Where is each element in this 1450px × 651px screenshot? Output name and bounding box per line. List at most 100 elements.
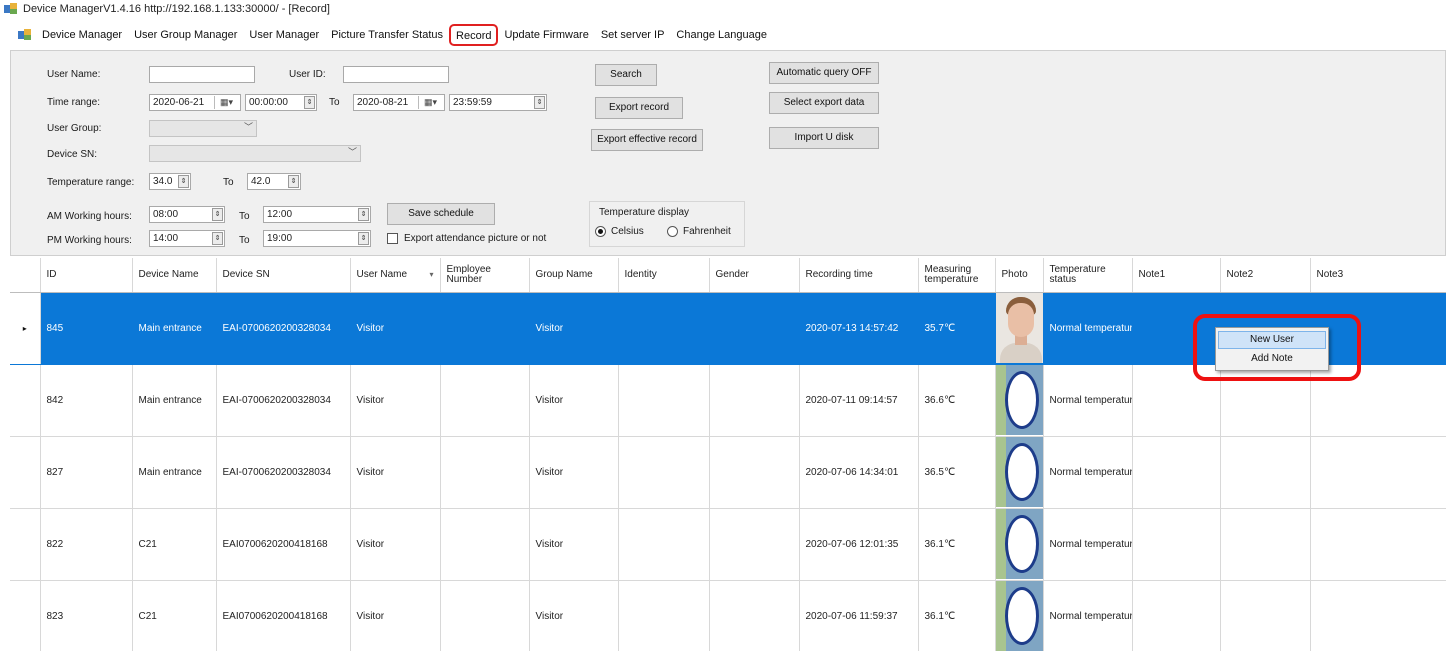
cell-note3[interactable] (1310, 580, 1446, 651)
cell-user-name[interactable]: Visitor (350, 436, 441, 509)
menu-picture-transfer-status[interactable]: Picture Transfer Status (325, 24, 449, 46)
export-effective-record-button[interactable]: Export effective record (591, 129, 703, 151)
photo-cell[interactable] (995, 292, 1044, 365)
cell-device-name[interactable]: Main entrance (132, 436, 217, 509)
cell-note1[interactable] (1132, 436, 1221, 509)
cell-device-name[interactable]: C21 (132, 580, 217, 651)
row-header[interactable] (10, 580, 41, 651)
fahrenheit-radio[interactable]: Fahrenheit (667, 226, 731, 237)
column-header[interactable]: Note2 (1220, 258, 1311, 293)
column-header[interactable]: Recording time (799, 258, 919, 293)
column-header[interactable]: User Name ▾ (350, 258, 441, 293)
spinner-icon[interactable]: ⇕ (358, 208, 369, 221)
radio-unselected-icon[interactable] (667, 226, 678, 237)
menu-set-server-ip[interactable]: Set server IP (595, 24, 671, 46)
cell-group-name[interactable]: Visitor (529, 364, 619, 437)
cell-temperature[interactable]: 36.1℃ (918, 580, 996, 651)
export-record-button[interactable]: Export record (595, 97, 683, 119)
menu-user-manager[interactable]: User Manager (243, 24, 325, 46)
cell-id[interactable]: 842 (40, 364, 133, 437)
cell-device-sn[interactable]: EAI-0700620200328034 (216, 364, 351, 437)
cell-device-name[interactable]: Main entrance (132, 364, 217, 437)
radio-selected-icon[interactable] (595, 226, 606, 237)
face-photo[interactable] (995, 509, 1042, 579)
column-header[interactable]: Note1 (1132, 258, 1221, 293)
cell-identity[interactable] (618, 436, 710, 509)
table-row[interactable]: 827 Main entrance EAI-0700620200328034 Visi… (10, 436, 1446, 509)
cell-user-name[interactable]: Visitor (350, 508, 441, 581)
menu-record[interactable]: Record (449, 24, 499, 46)
cell-device-name[interactable]: Main entrance (132, 292, 217, 365)
cell-temperature[interactable]: 36.1℃ (918, 508, 996, 581)
cell-id[interactable]: 823 (40, 580, 133, 651)
start-date-picker[interactable]: 2020-06-21 ▦▾ (149, 94, 241, 111)
row-header[interactable]: ▸ (10, 292, 41, 365)
cell-employee-number[interactable] (440, 436, 530, 509)
search-button[interactable]: Search (595, 64, 657, 86)
spinner-icon[interactable]: ⇕ (178, 175, 189, 188)
cell-temperature[interactable]: 36.5℃ (918, 436, 996, 509)
cell-note3[interactable] (1310, 436, 1446, 509)
spinner-icon[interactable]: ⇕ (212, 208, 223, 221)
am-end-input[interactable]: 12:00 ⇕ (263, 206, 371, 223)
spinner-icon[interactable]: ⇕ (212, 232, 223, 245)
cell-temp-status[interactable]: Normal temperature (1043, 292, 1133, 365)
column-header[interactable]: Photo (995, 258, 1044, 293)
cell-group-name[interactable]: Visitor (529, 292, 619, 365)
table-row[interactable]: 823 C21 EAI0700620200418168 Visitor Visitor 2… (10, 580, 1446, 651)
user-group-select[interactable]: ﹀ (149, 120, 257, 137)
cell-user-name[interactable]: Visitor (350, 364, 441, 437)
cell-temp-status[interactable]: Normal temperature (1043, 580, 1133, 651)
column-header[interactable]: Gender (709, 258, 800, 293)
cell-recording-time[interactable]: 2020-07-06 12:01:35 (799, 508, 919, 581)
temp-max-input[interactable]: 42.0 ⇕ (247, 173, 301, 190)
row-header[interactable] (10, 436, 41, 509)
table-row[interactable]: 822 C21 EAI0700620200418168 Visitor Visitor 2… (10, 508, 1446, 581)
temp-min-input[interactable]: 34.0 ⇕ (149, 173, 191, 190)
column-header[interactable]: Temperature status (1043, 258, 1133, 293)
column-header[interactable]: Group Name (529, 258, 619, 293)
user-id-input[interactable] (343, 66, 449, 83)
export-picture-checkbox[interactable]: Export attendance picture or not (387, 233, 546, 244)
cell-group-name[interactable]: Visitor (529, 580, 619, 651)
face-photo[interactable] (995, 293, 1042, 363)
calendar-icon[interactable]: ▦▾ (214, 96, 238, 109)
save-schedule-button[interactable]: Save schedule (387, 203, 495, 225)
cell-temperature[interactable]: 36.6℃ (918, 364, 996, 437)
spinner-icon[interactable]: ⇕ (304, 96, 315, 109)
cell-identity[interactable] (618, 580, 710, 651)
column-header[interactable]: Measuring temperature (918, 258, 996, 293)
column-header[interactable]: Device Name (132, 258, 217, 293)
cell-employee-number[interactable] (440, 364, 530, 437)
select-export-data-button[interactable]: Select export data (769, 92, 879, 114)
cell-device-sn[interactable]: EAI-0700620200328034 (216, 436, 351, 509)
cell-note1[interactable] (1132, 580, 1221, 651)
photo-cell[interactable] (995, 436, 1044, 509)
spinner-icon[interactable]: ⇕ (288, 175, 299, 188)
cell-id[interactable]: 827 (40, 436, 133, 509)
column-header[interactable]: Device SN (216, 258, 351, 293)
face-photo[interactable] (995, 437, 1042, 507)
am-start-input[interactable]: 08:00 ⇕ (149, 206, 225, 223)
cell-gender[interactable] (709, 292, 800, 365)
cell-recording-time[interactable]: 2020-07-11 09:14:57 (799, 364, 919, 437)
column-header[interactable]: Identity (618, 258, 710, 293)
cell-recording-time[interactable]: 2020-07-06 11:59:37 (799, 580, 919, 651)
cell-device-sn[interactable]: EAI0700620200418168 (216, 580, 351, 651)
cell-gender[interactable] (709, 364, 800, 437)
cell-note2[interactable] (1220, 436, 1311, 509)
automatic-query-button[interactable]: Automatic query OFF (769, 62, 879, 84)
cell-temp-status[interactable]: Normal temperature (1043, 508, 1133, 581)
menu-device-manager[interactable]: Device Manager (36, 24, 128, 46)
row-header[interactable] (10, 364, 41, 437)
device-sn-select[interactable]: ﹀ (149, 145, 361, 162)
import-u-disk-button[interactable]: Import U disk (769, 127, 879, 149)
cell-temp-status[interactable]: Normal temperature (1043, 364, 1133, 437)
spinner-icon[interactable]: ⇕ (358, 232, 369, 245)
start-time-input[interactable]: 00:00:00 ⇕ (245, 94, 317, 111)
cell-id[interactable]: 822 (40, 508, 133, 581)
cell-employee-number[interactable] (440, 508, 530, 581)
cell-note2[interactable] (1220, 580, 1311, 651)
row-header[interactable] (10, 508, 41, 581)
cell-user-name[interactable]: Visitor (350, 292, 441, 365)
